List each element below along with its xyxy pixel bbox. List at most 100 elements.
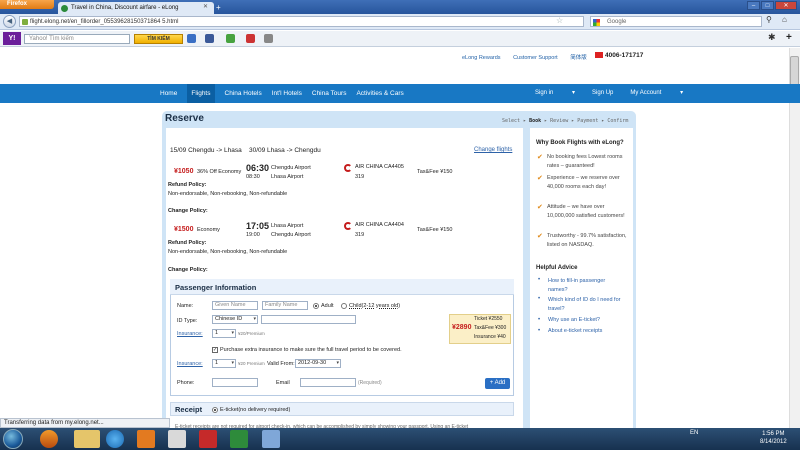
- insurance-label-2[interactable]: Insurance:: [177, 361, 203, 367]
- insurance-note-2: ¥20 Premium: [238, 361, 265, 366]
- change-flights-link[interactable]: Change flights: [474, 147, 512, 153]
- firefox-menu-button[interactable]: Firefox: [0, 0, 54, 9]
- flight-price: ¥1050: [174, 168, 194, 175]
- help-link[interactable]: How to fill-in passenger names?: [548, 277, 626, 294]
- news-icon[interactable]: [246, 34, 255, 43]
- home-icon[interactable]: ⌂: [782, 15, 796, 27]
- clock-time: 1:56 PM: [762, 431, 785, 437]
- flight-arr-airport: Lhasa Airport: [271, 174, 304, 180]
- search-icon[interactable]: ⚲: [766, 15, 778, 27]
- browser-search-box[interactable]: Google: [590, 16, 762, 27]
- help-link[interactable]: About e-ticket receipts: [548, 328, 602, 334]
- flight-aircraft: 319: [355, 174, 365, 180]
- valid-from-select[interactable]: 2012-09-30: [295, 359, 341, 368]
- address-bar[interactable]: flight.elong.net/en_fillorder_0553962815…: [19, 16, 584, 27]
- family-name-field[interactable]: Family Name: [262, 301, 308, 310]
- nav-flights[interactable]: Flights: [187, 84, 215, 103]
- valid-from-label: Valid From:: [267, 361, 295, 367]
- eticket-radio[interactable]: [212, 407, 218, 413]
- taskbar-clock[interactable]: 1:56 PM 8/14/2012: [760, 430, 787, 446]
- nav-activities-cars[interactable]: Activities & Cars: [356, 90, 403, 97]
- nav-sign-in[interactable]: Sign in ▾: [535, 90, 575, 96]
- pdf-taskbar-icon[interactable]: [199, 430, 217, 448]
- help-link[interactable]: Why use an E-ticket?: [548, 317, 600, 323]
- close-window-icon[interactable]: ✕: [775, 1, 797, 10]
- phone-icon: [595, 52, 603, 58]
- step-payment: Payment: [577, 118, 599, 124]
- app-taskbar-icon[interactable]: [168, 430, 186, 448]
- id-type-select[interactable]: Chinese ID: [212, 315, 258, 324]
- insurance-qty-select[interactable]: 1: [212, 329, 236, 338]
- price-total: ¥2890: [452, 324, 472, 331]
- flight-fare-class: 36% Off Economy: [197, 169, 242, 175]
- explorer-taskbar-icon[interactable]: [74, 430, 100, 448]
- tab-title: Travel in China, Discount airfare - eLon…: [71, 5, 179, 11]
- maximize-icon[interactable]: □: [761, 1, 774, 10]
- bullet-icon: •: [538, 317, 541, 323]
- nav-china-hotels[interactable]: China Hotels: [225, 90, 262, 97]
- ie-taskbar-icon[interactable]: [106, 430, 124, 448]
- eticket-label: E-ticket(no delivery required): [220, 407, 291, 413]
- adult-radio[interactable]: [313, 303, 319, 309]
- air-china-logo-icon: [344, 164, 352, 172]
- plugin-icon[interactable]: [226, 34, 235, 43]
- flight-dep-airport: Chengdu Airport: [271, 165, 311, 171]
- given-name-field[interactable]: Given Name: [212, 301, 258, 310]
- refund-policy-text: Non-endorsable, Non-rebooking, Non-refun…: [168, 249, 288, 255]
- extra-insurance-checkbox[interactable]: ✓: [212, 347, 218, 353]
- nav-intl-hotels[interactable]: Int'l Hotels: [272, 90, 302, 97]
- page-scrollbar[interactable]: [789, 48, 800, 428]
- route-summary: 15/09 Chengdu -> Lhasa 30/09 Lhasa -> Ch…: [170, 147, 321, 154]
- route-return: 30/09 Lhasa -> Chengdu: [248, 147, 321, 154]
- address-bar-url: flight.elong.net/en_fillorder_0553962815…: [30, 19, 179, 25]
- email-field[interactable]: [300, 378, 356, 387]
- new-tab-button[interactable]: +: [216, 3, 226, 12]
- main-nav-links: Home Flights China Hotels Int'l Hotels China…: [160, 84, 414, 103]
- flight-airline: AIR CHINA CA4405: [355, 164, 404, 170]
- flight-aircraft: 319: [355, 232, 365, 238]
- nav-sign-up[interactable]: Sign Up: [592, 90, 613, 96]
- flight-tax: Tax&Fee ¥150: [417, 227, 453, 233]
- elong-rewards-link[interactable]: eLong Rewards: [462, 55, 501, 61]
- flight-price: ¥1500: [174, 226, 194, 233]
- add-passenger-button[interactable]: + Add: [485, 378, 510, 389]
- chinese-version-link[interactable]: 简体版: [570, 55, 587, 61]
- start-button[interactable]: [3, 429, 23, 449]
- site-favicon-icon: [61, 5, 68, 12]
- bookmark-star-icon[interactable]: ☆: [556, 16, 563, 25]
- extra-insurance-label: Purchase extra insurance to make sure th…: [220, 347, 402, 353]
- child-radio[interactable]: [341, 303, 347, 309]
- mail-icon[interactable]: [187, 34, 196, 43]
- yahoo-search-input[interactable]: Yahoo! Tìm kiếm: [24, 34, 130, 44]
- browser-tab[interactable]: Travel in China, Discount airfare - eLon…: [58, 2, 214, 14]
- flight-arr-airport: Chengdu Airport: [271, 232, 311, 238]
- insurance-label[interactable]: Insurance:: [177, 331, 203, 337]
- back-arrow-icon[interactable]: ◀: [3, 15, 16, 28]
- change-policy-label: Change Policy:: [168, 208, 208, 214]
- nav-home[interactable]: Home: [160, 90, 177, 97]
- add-toolbar-icon[interactable]: +: [786, 32, 792, 43]
- minimize-icon[interactable]: –: [747, 1, 760, 10]
- facebook-icon[interactable]: [205, 34, 214, 43]
- hotline-number: 4006-171717: [605, 52, 644, 59]
- yahoo-logo[interactable]: Y!: [3, 32, 21, 45]
- window-taskbar-icon[interactable]: [262, 430, 280, 448]
- media-player-taskbar-icon[interactable]: [137, 430, 155, 448]
- refund-policy-label: Refund Policy:: [168, 240, 207, 246]
- insurance-qty-select-2[interactable]: 1: [212, 359, 236, 368]
- nav-my-account[interactable]: My Account ▾: [630, 90, 683, 96]
- more-tools-icon[interactable]: [264, 34, 273, 43]
- firefox-taskbar-icon[interactable]: [40, 430, 58, 448]
- yahoo-search-button[interactable]: TÌM KIẾM: [134, 34, 183, 44]
- settings-icon[interactable]: ✱: [768, 32, 776, 43]
- tray-language[interactable]: EN: [690, 430, 698, 436]
- flight-airline: AIR CHINA CA4404: [355, 222, 404, 228]
- customer-support-link[interactable]: Customer Support: [513, 55, 558, 61]
- phone-field[interactable]: [212, 378, 258, 387]
- help-link[interactable]: Which kind of ID do I need for travel?: [548, 296, 626, 313]
- name-label: Name:: [177, 303, 194, 309]
- excel-taskbar-icon[interactable]: [230, 430, 248, 448]
- nav-china-tours[interactable]: China Tours: [312, 90, 347, 97]
- id-number-field[interactable]: [261, 315, 356, 324]
- close-tab-icon[interactable]: ✕: [203, 3, 208, 10]
